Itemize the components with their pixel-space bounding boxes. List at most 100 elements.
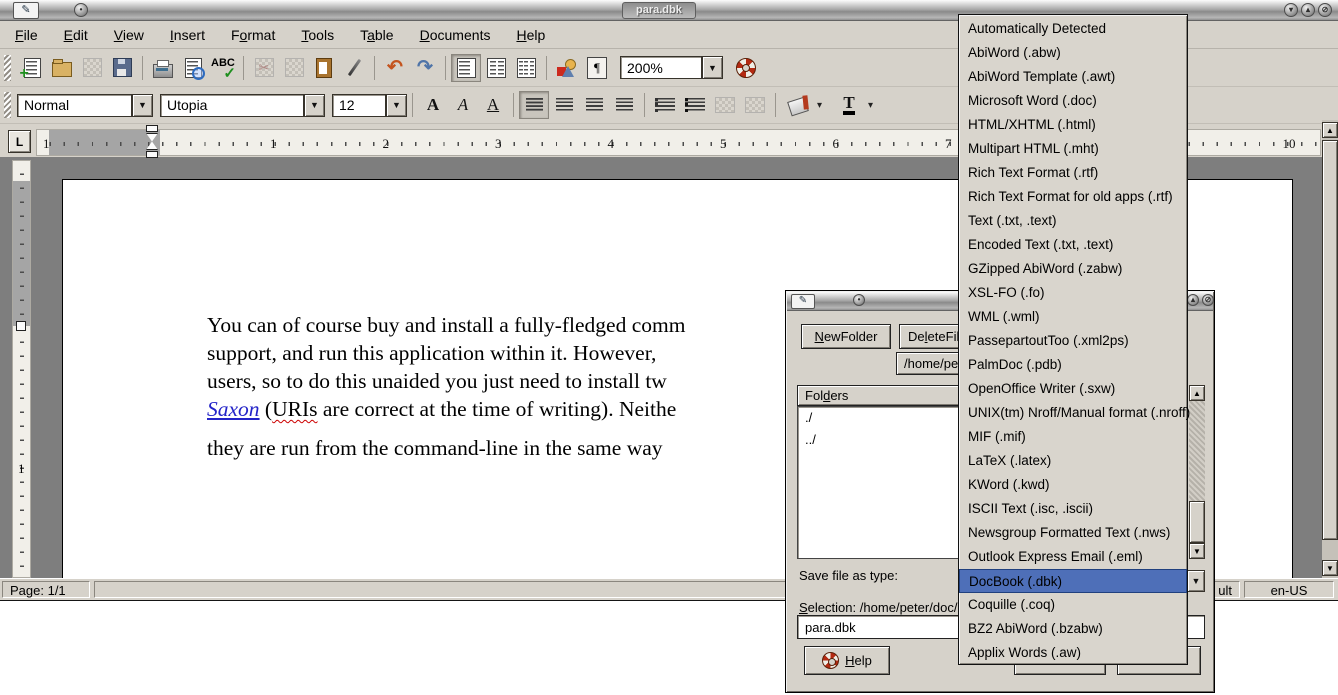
print-preview-button[interactable] [178, 54, 208, 82]
numbered-list-button[interactable] [650, 91, 680, 119]
format-option[interactable]: KWord (.kwd) [959, 473, 1187, 497]
format-option[interactable]: XSL-FO (.fo) [959, 281, 1187, 305]
three-columns-button[interactable] [511, 54, 541, 82]
format-option[interactable]: AbiWord Template (.awt) [959, 65, 1187, 89]
highlight-color-dropdown-button[interactable]: ▾ [817, 100, 822, 111]
format-painter-button[interactable] [339, 54, 369, 82]
bold-button[interactable]: A [418, 91, 448, 119]
maximize-button[interactable]: ▴ [1301, 3, 1315, 17]
format-option[interactable]: AbiWord (.abw) [959, 41, 1187, 65]
font-size-dropdown-button[interactable]: ▼ [386, 94, 407, 117]
align-justify-button[interactable] [609, 91, 639, 119]
font-size-select[interactable]: 12 [332, 94, 386, 117]
vertical-scrollbar[interactable]: ▲ ▼ [1322, 120, 1338, 578]
format-option[interactable]: Rich Text Format (.rtf) [959, 161, 1187, 185]
zoom-dropdown-button[interactable]: ▼ [702, 56, 723, 79]
new-document-button[interactable]: + [17, 54, 47, 82]
indent-marker[interactable] [146, 125, 160, 165]
dialog-maximize-button[interactable]: ▴ [1187, 294, 1199, 306]
menu-item-table[interactable]: Table [347, 24, 407, 46]
redo-button[interactable]: ↷ [410, 54, 440, 82]
show-formatting-marks-button[interactable]: ¶ [582, 54, 612, 82]
menu-item-insert[interactable]: Insert [157, 24, 218, 46]
style-select[interactable]: Normal [17, 94, 132, 117]
format-option[interactable]: BZ2 AbiWord (.bzabw) [959, 617, 1187, 641]
one-column-button[interactable] [451, 54, 481, 82]
format-option[interactable]: MIF (.mif) [959, 425, 1187, 449]
format-option[interactable]: HTML/XHTML (.html) [959, 113, 1187, 137]
print-button[interactable] [148, 54, 178, 82]
dialog-close-button[interactable]: ⊘ [1202, 294, 1214, 306]
spellcheck-button[interactable]: ABC ✓ [208, 54, 238, 82]
insert-symbol-button[interactable] [552, 54, 582, 82]
format-option[interactable]: OpenOffice Writer (.sxw) [959, 377, 1187, 401]
menu-item-help[interactable]: Help [503, 24, 558, 46]
format-option[interactable]: Multipart HTML (.mht) [959, 137, 1187, 161]
window-menu-button[interactable]: • [74, 3, 88, 17]
close-button[interactable]: ⊘ [1318, 3, 1332, 17]
menu-item-view[interactable]: View [101, 24, 157, 46]
tab-stop-selector[interactable]: L [8, 130, 31, 153]
format-option[interactable]: Coquille (.coq) [959, 593, 1187, 617]
font-dropdown-button[interactable]: ▼ [304, 94, 325, 117]
format-option-selected[interactable]: DocBook (.dbk) [959, 569, 1187, 593]
align-left-button[interactable] [519, 91, 549, 119]
files-scrollbar-thumb[interactable] [1189, 501, 1205, 543]
vertical-ruler[interactable]: 1 [12, 160, 31, 578]
font-color-button[interactable]: T [832, 91, 866, 119]
format-option[interactable]: PalmDoc (.pdb) [959, 353, 1187, 377]
format-option[interactable]: Automatically Detected [959, 17, 1187, 41]
menu-item-file[interactable]: File [2, 24, 51, 46]
zoom-input[interactable]: 200% [620, 56, 702, 79]
highlight-color-button[interactable] [781, 91, 815, 119]
scroll-up-button[interactable]: ▲ [1322, 122, 1338, 138]
align-center-button[interactable] [549, 91, 579, 119]
open-button[interactable] [47, 54, 77, 82]
dialog-window-menu-button[interactable]: • [853, 294, 865, 306]
file-type-dropdown-button[interactable]: ▼ [1187, 570, 1205, 592]
format-option[interactable]: Applix Words (.aw) [959, 641, 1187, 665]
format-option[interactable]: PassepartoutToo (.xml2ps) [959, 329, 1187, 353]
format-option[interactable]: WML (.wml) [959, 305, 1187, 329]
format-option[interactable]: Microsoft Word (.doc) [959, 89, 1187, 113]
file-format-dropdown[interactable]: Automatically DetectedAbiWord (.abw)AbiW… [958, 14, 1188, 665]
format-option[interactable]: Text (.txt, .text) [959, 209, 1187, 233]
new-folder-button[interactable]: New Folder [801, 324, 891, 349]
files-scroll-up-button[interactable]: ▲ [1189, 385, 1205, 401]
minimize-button[interactable]: ▾ [1284, 3, 1298, 17]
menu-item-edit[interactable]: Edit [51, 24, 101, 46]
format-option[interactable]: GZipped AbiWord (.zabw) [959, 257, 1187, 281]
underline-button[interactable]: A [478, 91, 508, 119]
paste-button[interactable] [309, 54, 339, 82]
save-as-button[interactable] [107, 54, 137, 82]
hyperlink[interactable]: Saxon [207, 397, 260, 421]
scrollbar-thumb[interactable] [1322, 140, 1338, 540]
format-option[interactable]: Newsgroup Formatted Text (.nws) [959, 521, 1187, 545]
two-columns-button[interactable] [481, 54, 511, 82]
italic-button[interactable]: A [448, 91, 478, 119]
format-option[interactable]: UNIX(tm) Nroff/Manual format (.nroff) [959, 401, 1187, 425]
format-option[interactable]: Encoded Text (.txt, .text) [959, 233, 1187, 257]
scroll-down-button[interactable]: ▼ [1322, 560, 1338, 576]
menu-item-documents[interactable]: Documents [407, 24, 504, 46]
bulleted-list-button[interactable] [680, 91, 710, 119]
font-color-dropdown-button[interactable]: ▾ [868, 100, 873, 111]
format-option[interactable]: ISCII Text (.isc, .iscii) [959, 497, 1187, 521]
files-scroll-down-button[interactable]: ▼ [1189, 543, 1205, 559]
vruler-margin-marker[interactable] [16, 321, 26, 331]
toolbar-grip[interactable] [4, 55, 11, 81]
status-language-cell[interactable]: en-US [1244, 581, 1334, 598]
format-option[interactable]: Rich Text Format for old apps (.rtf) [959, 185, 1187, 209]
format-option[interactable]: Outlook Express Email (.eml) [959, 545, 1187, 569]
undo-button[interactable]: ↶ [380, 54, 410, 82]
style-dropdown-button[interactable]: ▼ [132, 94, 153, 117]
document-text[interactable]: You can of course buy and install a full… [207, 311, 685, 462]
help-button[interactable] [731, 54, 761, 82]
format-option[interactable]: LaTeX (.latex) [959, 449, 1187, 473]
align-right-button[interactable] [579, 91, 609, 119]
font-select[interactable]: Utopia [160, 94, 304, 117]
dialog-help-button[interactable]: Help [804, 646, 890, 675]
menu-item-tools[interactable]: Tools [288, 24, 347, 46]
menu-item-format[interactable]: Format [218, 24, 288, 46]
toolbar-grip[interactable] [4, 92, 11, 118]
